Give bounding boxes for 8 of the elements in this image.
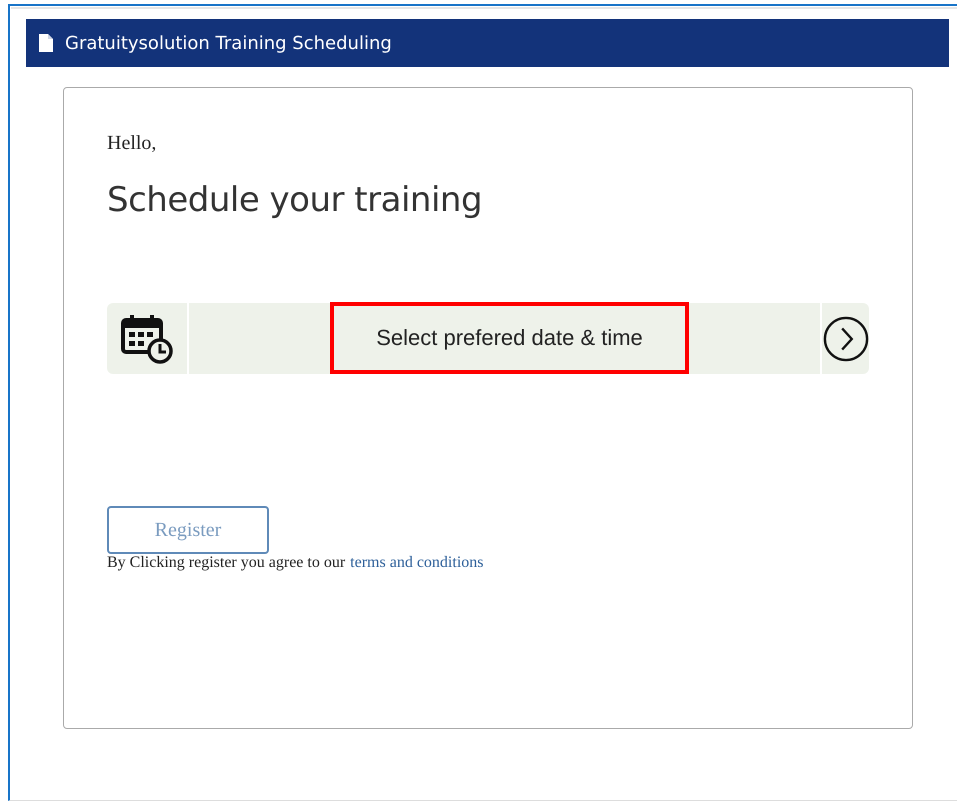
date-time-button[interactable]: Select prefered date & time: [330, 302, 689, 374]
page-heading: Schedule your training: [107, 180, 484, 220]
header-title: Gratuitysolution Training Scheduling: [65, 32, 392, 54]
terms-link[interactable]: terms and conditions: [350, 554, 484, 572]
greeting: Hello,: [107, 132, 158, 155]
calendar-clock-icon: [121, 314, 173, 364]
document-icon: [39, 34, 53, 52]
agreement-text: By Clicking register you agree to our: [107, 554, 346, 572]
